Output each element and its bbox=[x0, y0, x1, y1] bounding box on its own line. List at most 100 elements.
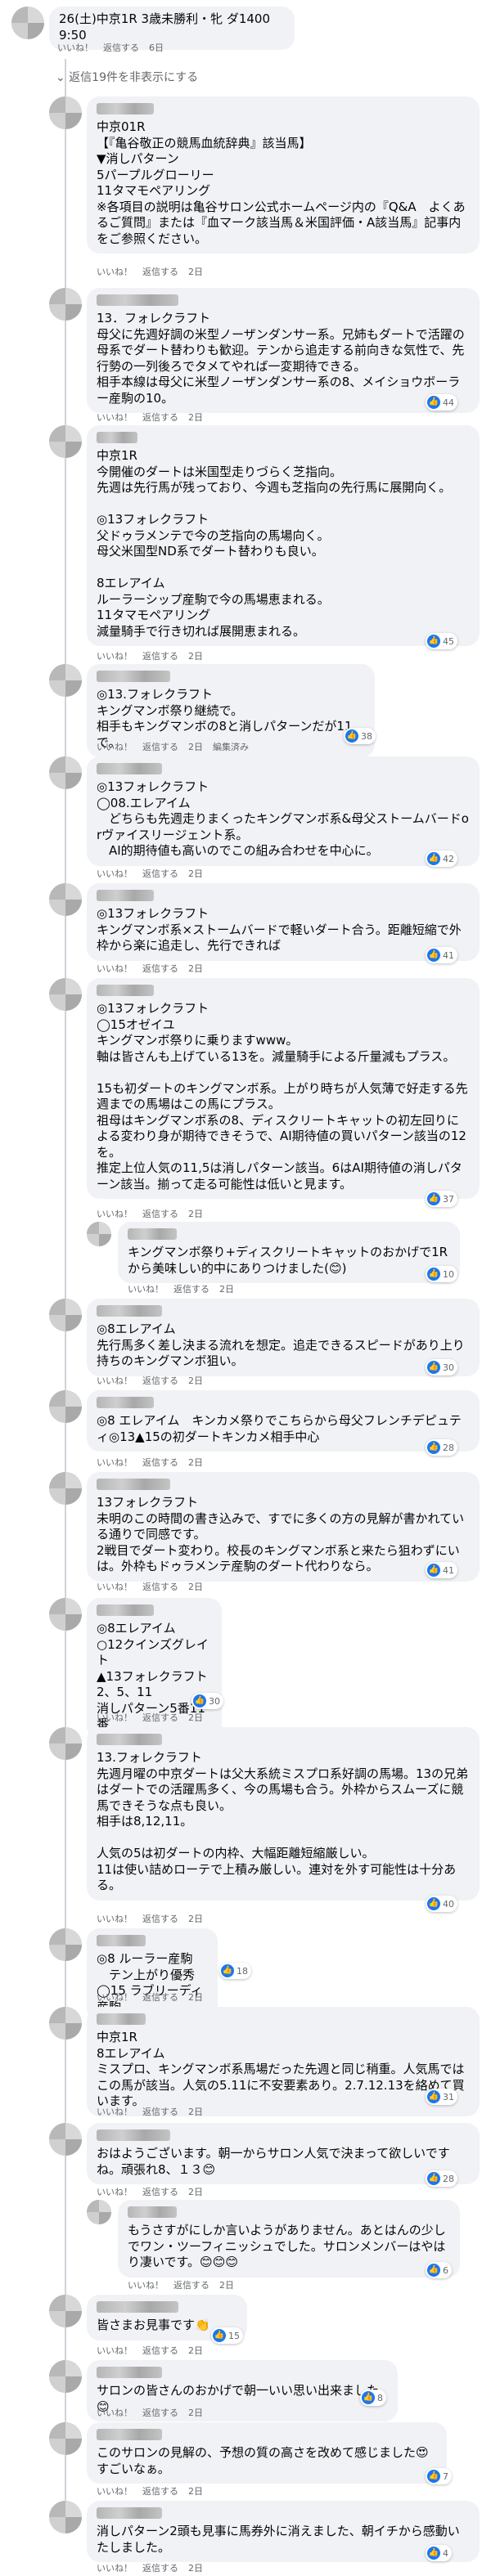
avatar[interactable] bbox=[49, 1727, 82, 1760]
commenter-name[interactable] bbox=[97, 1305, 162, 1317]
reaction-badge[interactable]: 👍 41 bbox=[426, 1562, 457, 1578]
reply-button[interactable]: 返信する bbox=[173, 2278, 209, 2291]
reply-button[interactable]: 返信する bbox=[142, 740, 178, 753]
avatar[interactable] bbox=[49, 2360, 82, 2393]
reply-button[interactable]: 返信する bbox=[142, 1912, 178, 1925]
like-button[interactable]: いいね！ bbox=[97, 962, 133, 975]
avatar[interactable] bbox=[49, 2295, 82, 2327]
commenter-name[interactable] bbox=[97, 763, 162, 774]
reaction-badge[interactable]: 👍 30 bbox=[191, 1693, 223, 1709]
commenter-name[interactable] bbox=[97, 1397, 154, 1408]
reaction-badge[interactable]: 👍 15 bbox=[211, 2327, 243, 2344]
like-button[interactable]: いいね！ bbox=[97, 2344, 133, 2357]
avatar[interactable] bbox=[87, 1222, 111, 1246]
reaction-badge[interactable]: 👍 38 bbox=[344, 728, 376, 744]
commenter-name[interactable] bbox=[128, 1228, 177, 1240]
like-button[interactable]: いいね！ bbox=[97, 2561, 133, 2574]
reply-button[interactable]: 返信する bbox=[142, 1990, 178, 2004]
reaction-badge[interactable]: 👍 28 bbox=[426, 2170, 457, 2187]
reaction-badge[interactable]: 👍 37 bbox=[426, 1191, 457, 1207]
avatar[interactable] bbox=[49, 1472, 82, 1505]
avatar[interactable] bbox=[49, 756, 82, 789]
like-button[interactable]: いいね！ bbox=[97, 1580, 133, 1593]
reply-button[interactable]: 返信する bbox=[142, 2561, 178, 2574]
commenter-name[interactable] bbox=[97, 671, 170, 682]
reply-button[interactable]: 返信する bbox=[142, 2406, 178, 2419]
avatar[interactable] bbox=[49, 2501, 82, 2533]
reply-button[interactable]: 返信する bbox=[142, 2344, 178, 2357]
reaction-badge[interactable]: 👍 40 bbox=[426, 1896, 457, 1912]
commenter-name[interactable] bbox=[97, 985, 154, 996]
like-button[interactable]: いいね！ bbox=[128, 1282, 164, 1295]
avatar[interactable] bbox=[49, 664, 82, 697]
avatar[interactable] bbox=[49, 96, 82, 129]
reply-button[interactable]: 返信する bbox=[142, 2185, 178, 2198]
like-button[interactable]: いいね！ bbox=[57, 41, 93, 54]
like-button[interactable]: いいね！ bbox=[97, 867, 133, 880]
avatar[interactable] bbox=[49, 2123, 82, 2156]
reaction-badge[interactable]: 👍 42 bbox=[426, 850, 457, 867]
like-button[interactable]: いいね！ bbox=[97, 1456, 133, 1469]
reaction-badge[interactable]: 👍 41 bbox=[426, 947, 457, 963]
like-button[interactable]: いいね！ bbox=[97, 1374, 133, 1387]
avatar[interactable] bbox=[49, 425, 82, 458]
avatar[interactable] bbox=[49, 1299, 82, 1331]
avatar[interactable] bbox=[49, 1390, 82, 1423]
reply-button[interactable]: 返信する bbox=[103, 41, 139, 54]
like-button[interactable]: いいね！ bbox=[97, 2105, 133, 2118]
reaction-badge[interactable]: 👍 4 bbox=[426, 2545, 452, 2561]
commenter-name[interactable] bbox=[97, 294, 178, 306]
reply-button[interactable]: 返信する bbox=[142, 1711, 178, 1724]
commenter-name[interactable] bbox=[97, 1479, 170, 1490]
like-button[interactable]: いいね！ bbox=[97, 2185, 133, 2198]
reaction-badge[interactable]: 👍 30 bbox=[426, 1359, 457, 1376]
reaction-badge[interactable]: 👍 44 bbox=[426, 394, 457, 411]
like-button[interactable]: いいね！ bbox=[97, 2484, 133, 2497]
reply-button[interactable]: 返信する bbox=[142, 1456, 178, 1469]
reaction-badge[interactable]: 👍 6 bbox=[426, 2262, 452, 2278]
avatar[interactable] bbox=[49, 1928, 82, 1961]
reaction-badge[interactable]: 👍 10 bbox=[426, 1266, 457, 1282]
like-button[interactable]: いいね！ bbox=[97, 1912, 133, 1925]
like-button[interactable]: いいね！ bbox=[97, 1207, 133, 1220]
commenter-name[interactable] bbox=[128, 2206, 177, 2218]
reply-button[interactable]: 返信する bbox=[173, 1282, 209, 1295]
commenter-name[interactable] bbox=[97, 890, 154, 901]
reaction-badge[interactable]: 👍 31 bbox=[426, 2089, 457, 2105]
commenter-name[interactable] bbox=[97, 1935, 146, 1946]
reply-button[interactable]: 返信する bbox=[142, 2484, 178, 2497]
avatar[interactable] bbox=[49, 883, 82, 916]
commenter-name[interactable] bbox=[97, 2013, 146, 2025]
commenter-name[interactable] bbox=[97, 2129, 170, 2141]
reaction-badge[interactable]: 👍 45 bbox=[426, 633, 457, 649]
like-button[interactable]: いいね！ bbox=[97, 1990, 133, 2004]
reply-button[interactable]: 返信する bbox=[142, 1580, 178, 1593]
avatar[interactable] bbox=[49, 2422, 82, 2455]
commenter-name[interactable] bbox=[97, 2507, 162, 2519]
reply-button[interactable]: 返信する bbox=[142, 962, 178, 975]
like-button[interactable]: いいね！ bbox=[97, 740, 133, 753]
reaction-badge[interactable]: 👍 28 bbox=[426, 1439, 457, 1456]
reply-button[interactable]: 返信する bbox=[142, 1374, 178, 1387]
avatar[interactable] bbox=[49, 288, 82, 321]
commenter-name[interactable] bbox=[97, 432, 137, 443]
reply-button[interactable]: 返信する bbox=[142, 867, 178, 880]
like-button[interactable]: いいね！ bbox=[97, 265, 133, 278]
reaction-badge[interactable]: 👍 8 bbox=[360, 2390, 386, 2406]
reply-button[interactable]: 返信する bbox=[142, 2105, 178, 2118]
avatar[interactable] bbox=[11, 7, 44, 39]
reaction-badge[interactable]: 👍 18 bbox=[219, 1963, 251, 1979]
reply-button[interactable]: 返信する bbox=[142, 411, 178, 424]
avatar[interactable] bbox=[49, 2007, 82, 2040]
commenter-name[interactable] bbox=[97, 1604, 154, 1616]
like-button[interactable]: いいね！ bbox=[97, 411, 133, 424]
avatar[interactable] bbox=[49, 978, 82, 1011]
reaction-badge[interactable]: 👍 7 bbox=[426, 2468, 452, 2484]
like-button[interactable]: いいね！ bbox=[128, 2278, 164, 2291]
reply-button[interactable]: 返信する bbox=[142, 1207, 178, 1220]
commenter-name[interactable] bbox=[97, 1734, 162, 1745]
commenter-name[interactable] bbox=[97, 2429, 162, 2440]
hide-replies-link[interactable]: ⌄ 返信19件を非表示にする bbox=[56, 69, 198, 85]
like-button[interactable]: いいね！ bbox=[97, 1711, 133, 1724]
avatar[interactable] bbox=[87, 2200, 111, 2224]
